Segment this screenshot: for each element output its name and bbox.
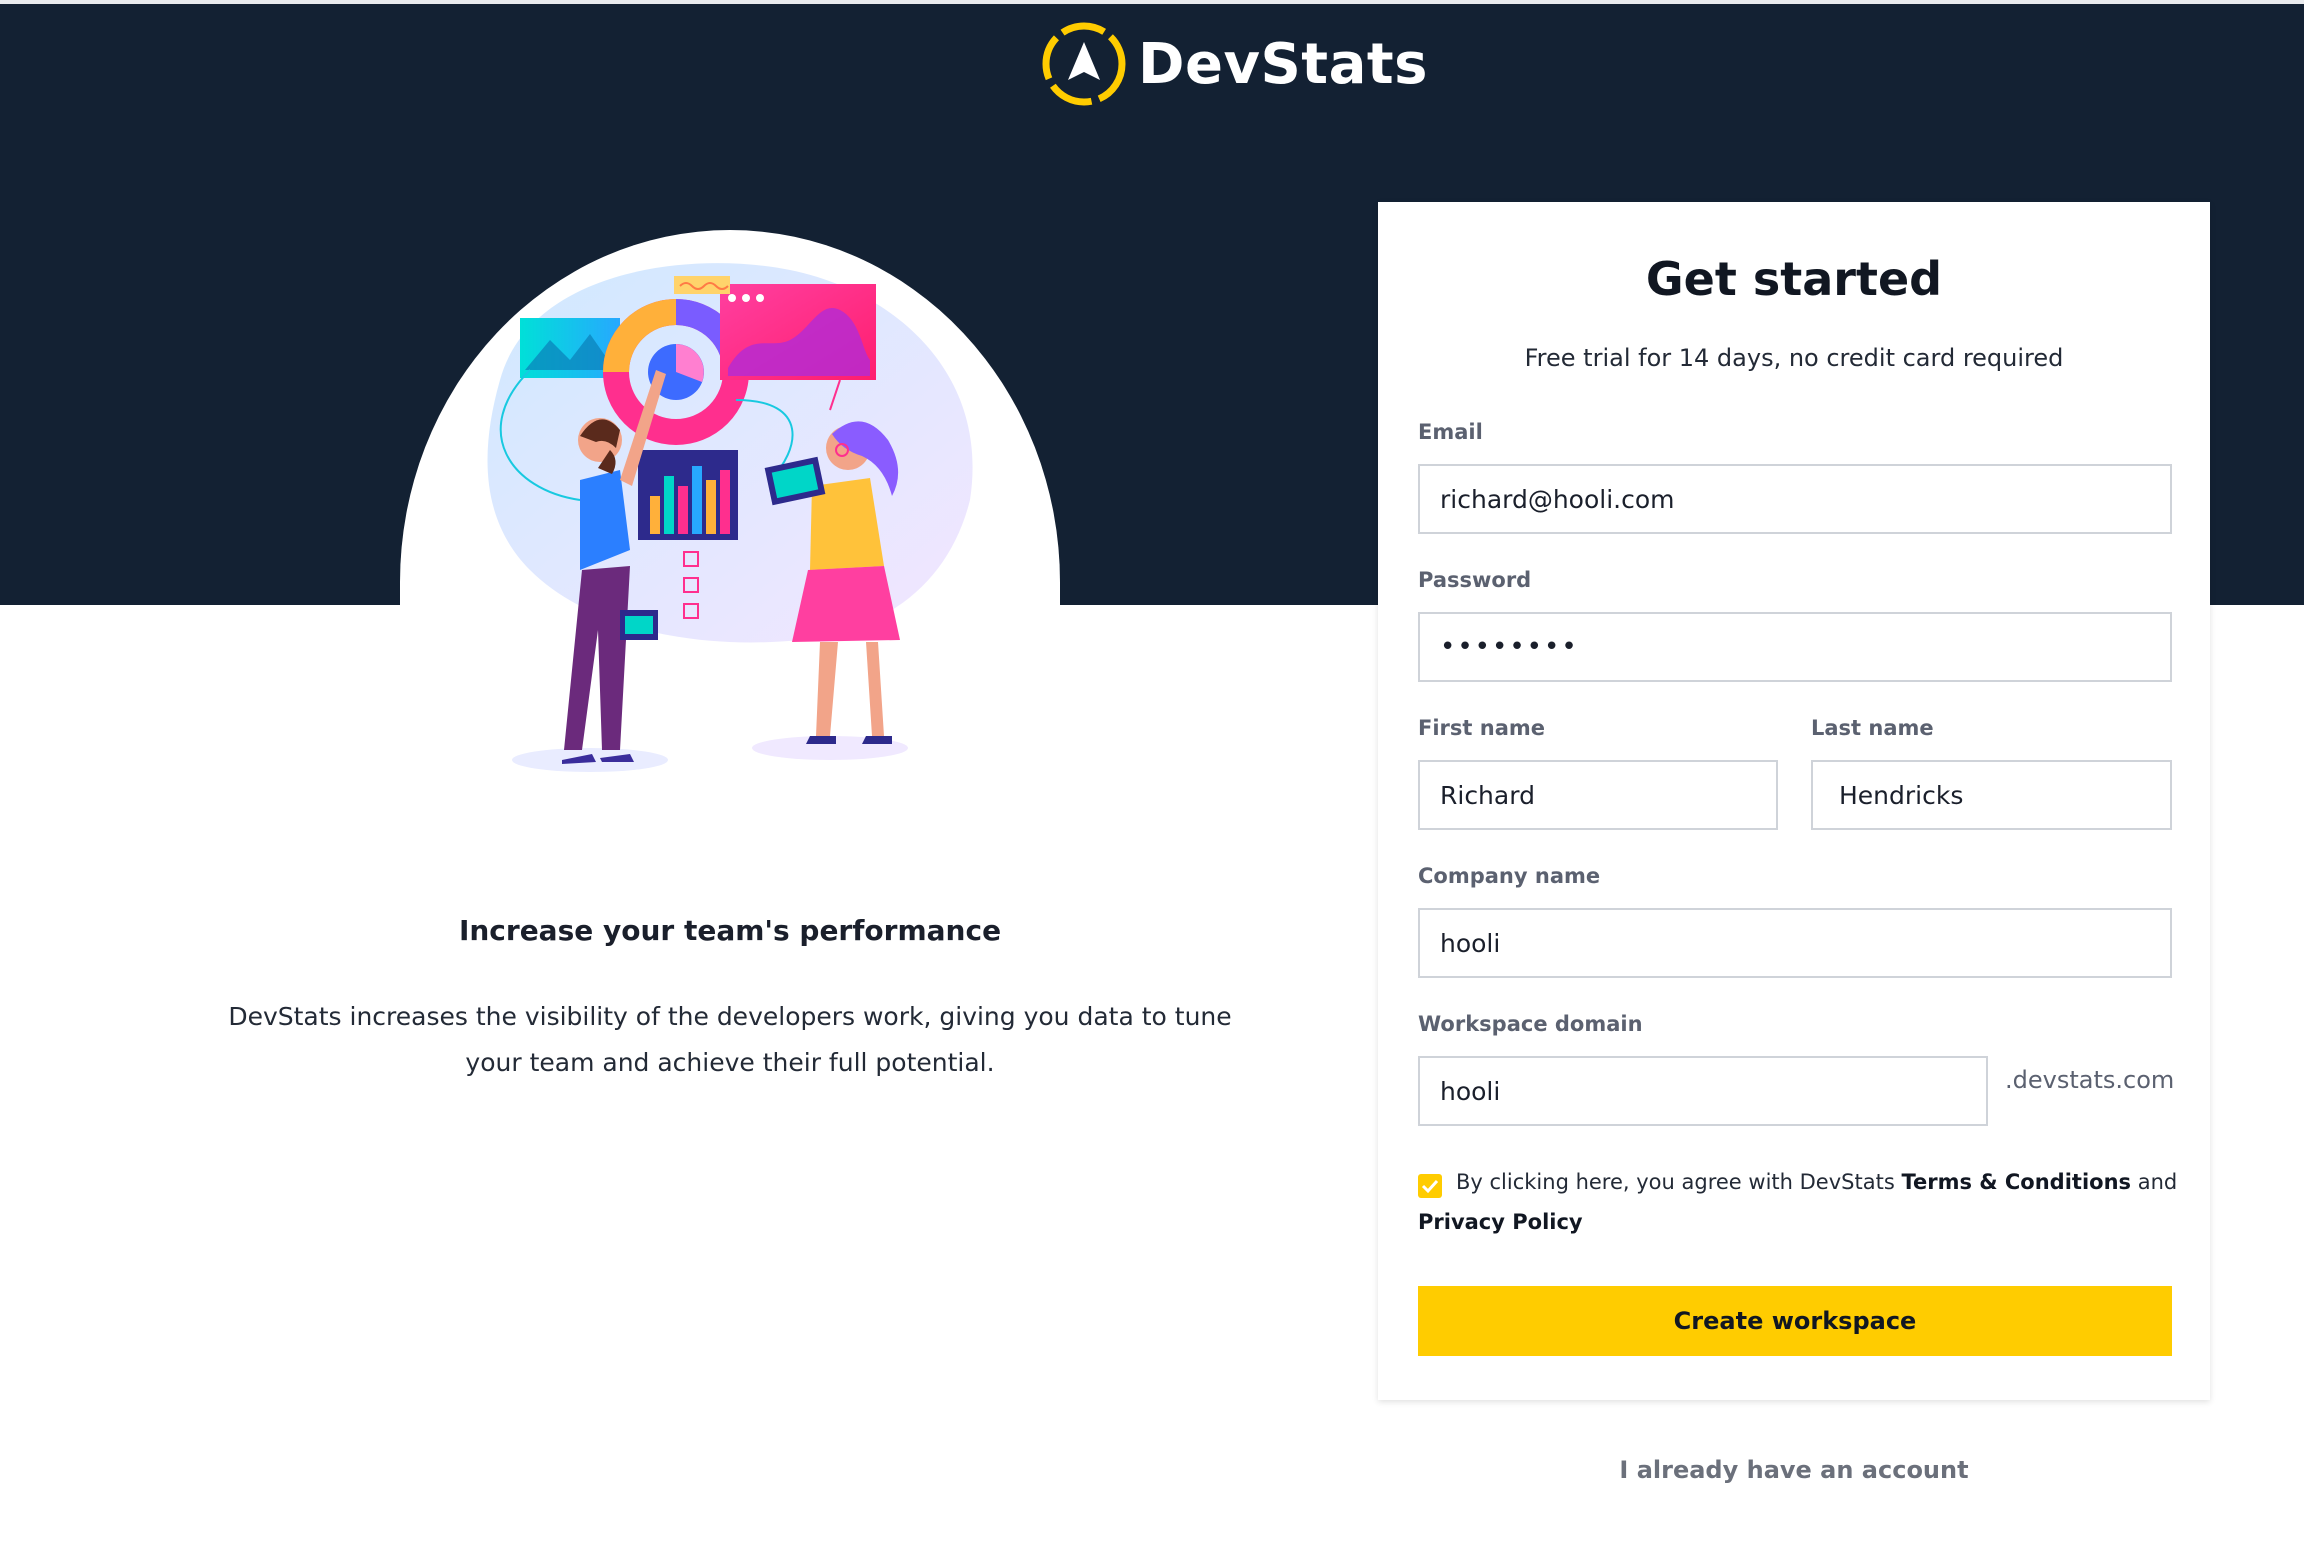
form-title: Get started [1645,252,1943,306]
sign-in-link[interactable]: I already have an account [1378,1456,2210,1484]
signup-page: DevStats Increase your team's performanc… [0,0,2304,1543]
domain-suffix: .devstats.com [2005,1066,2175,1094]
company-name-field[interactable] [1418,908,2172,978]
privacy-policy-link[interactable]: Privacy Policy [1418,1210,1583,1234]
password-label: Password [1418,568,1532,592]
create-workspace-button[interactable]: Create workspace [1418,1286,2172,1356]
promo-description: DevStats increases the visibility of the… [228,1002,1232,1077]
analytics-team-illustration [487,263,973,772]
email-label: Email [1418,420,1483,444]
compass-logo-icon [1042,22,1126,106]
signup-card: Get started Free trial for 14 days, no c… [1378,202,2210,1400]
terms-conjunction: and [2131,1170,2178,1194]
password-field[interactable] [1418,612,2172,682]
workspace-domain-label: Workspace domain [1418,1012,1643,1036]
company-name-label: Company name [1418,864,1601,888]
last-name-label: Last name [1811,716,1934,740]
first-name-label: First name [1418,716,1545,740]
terms-text: By clicking here, you agree with DevStat… [1418,1162,2178,1242]
terms-link[interactable]: Terms & Conditions [1901,1170,2131,1194]
brand-name: DevStats [1138,31,1428,97]
terms-prefix: By clicking here, you agree with DevStat… [1456,1170,1902,1194]
promo-title: Increase your team's performance [458,914,1002,947]
top-edge-divider [0,0,2304,4]
workspace-domain-field[interactable] [1418,1056,1988,1126]
first-name-field[interactable] [1418,760,1778,830]
form-subtitle: Free trial for 14 days, no credit card r… [1524,344,2064,372]
email-field[interactable] [1418,464,2172,534]
last-name-field[interactable] [1811,760,2172,830]
brand-logo: DevStats [1038,18,1428,110]
